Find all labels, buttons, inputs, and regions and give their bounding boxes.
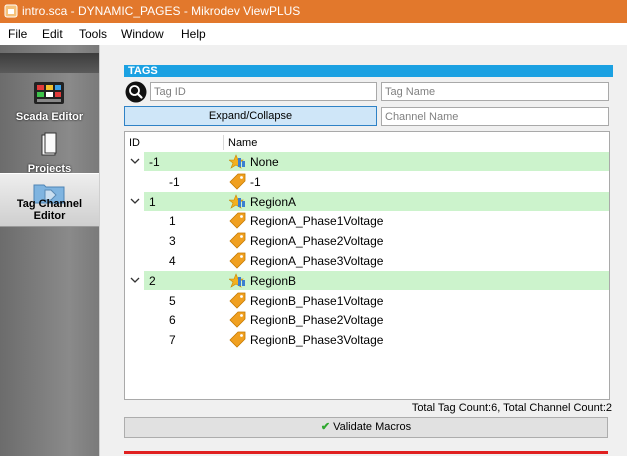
- tag-name-input[interactable]: [381, 82, 609, 101]
- tags-section-header: TAGS: [124, 65, 613, 77]
- sidebar-header-strip: [0, 53, 99, 73]
- row-name: None: [250, 155, 279, 169]
- row-id: -1: [169, 174, 180, 189]
- total-count-text: Total Tag Count:6, Total Channel Count:2: [411, 402, 612, 414]
- row-name: RegionB: [250, 273, 297, 288]
- row-background: [144, 152, 609, 171]
- row-name: RegionB_Phase1Voltage: [250, 293, 384, 308]
- validate-macros-label: Validate Macros: [333, 421, 412, 433]
- row-name: RegionA: [250, 194, 297, 209]
- row-background: [144, 191, 609, 211]
- row-background: [144, 172, 609, 191]
- tree-tag-row[interactable]: 7 RegionB_Phase3Voltage: [125, 330, 609, 349]
- menu-help[interactable]: Help: [181, 27, 206, 41]
- tree-tag-row[interactable]: -1 -1: [125, 172, 609, 191]
- sidebar: Scada Editor Projects Tag Channel Editor: [0, 45, 99, 456]
- checkmark-icon: ✔: [320, 421, 331, 433]
- row-id: 5: [169, 293, 176, 308]
- chevron-down-icon[interactable]: [130, 156, 140, 166]
- row-name: RegionA_Phase3Voltage: [250, 254, 384, 268]
- tree-tag-row[interactable]: 6 RegionB_Phase2Voltage: [125, 310, 609, 329]
- tag-icon: [229, 331, 246, 348]
- tree-group-row[interactable]: 1 RegionA: [125, 191, 609, 211]
- row-id: -1: [149, 155, 160, 169]
- sidebar-item-projects[interactable]: Projects: [0, 127, 99, 179]
- row-id: 3: [169, 234, 176, 249]
- tag-editor-panel: TAGS Expand/Collapse ID Name -1 None -1 -1 1…: [117, 45, 627, 456]
- sidebar-item-label: Scada Editor: [15, 111, 84, 123]
- app-icon: [4, 4, 18, 18]
- row-name: RegionA_Phase2Voltage: [250, 234, 384, 249]
- tag-icon: [229, 212, 246, 229]
- row-name: RegionB_Phase3Voltage: [250, 333, 384, 348]
- panel-splitter[interactable]: [99, 45, 118, 456]
- menu-edit[interactable]: Edit: [42, 27, 63, 41]
- row-id: 6: [169, 313, 176, 328]
- channel-name-input[interactable]: [381, 107, 609, 126]
- chevron-down-icon[interactable]: [130, 196, 140, 206]
- row-id: 1: [169, 214, 176, 229]
- window-title: intro.sca - DYNAMIC_PAGES - Mikrodev Vie…: [22, 4, 301, 18]
- expand-collapse-button[interactable]: Expand/Collapse: [124, 106, 377, 126]
- row-id: 7: [169, 333, 176, 348]
- title-bar: intro.sca - DYNAMIC_PAGES - Mikrodev Vie…: [0, 0, 627, 23]
- chevron-down-icon[interactable]: [130, 275, 140, 285]
- tag-group-icon: [229, 272, 245, 288]
- tag-icon: [229, 292, 246, 309]
- tag-id-input[interactable]: [150, 82, 377, 101]
- tree-tag-row[interactable]: 4 RegionA_Phase3Voltage: [125, 251, 609, 270]
- tree-group-row[interactable]: 2 RegionB: [125, 270, 609, 290]
- row-name: -1: [250, 174, 261, 189]
- column-header-name[interactable]: Name: [228, 137, 257, 149]
- error-strip: [124, 451, 608, 454]
- sidebar-item-label: Tag Channel Editor: [16, 198, 83, 222]
- tree-tag-row[interactable]: 3 RegionA_Phase2Voltage: [125, 231, 609, 250]
- menu-file[interactable]: File: [8, 27, 27, 41]
- tree-group-row[interactable]: -1 None: [125, 152, 609, 171]
- scada-editor-icon: [34, 82, 64, 104]
- tree-tag-row[interactable]: 5 RegionB_Phase1Voltage: [125, 291, 609, 310]
- menu-tools[interactable]: Tools: [79, 27, 107, 41]
- sidebar-item-scada-editor[interactable]: Scada Editor: [0, 75, 99, 127]
- validate-macros-button[interactable]: ✔ Validate Macros: [124, 417, 608, 438]
- projects-icon: [41, 132, 57, 156]
- tag-icon: [229, 252, 246, 269]
- row-id: 4: [169, 254, 176, 268]
- tag-icon: [229, 232, 246, 249]
- row-id: 2: [149, 273, 156, 288]
- row-background: [144, 270, 609, 290]
- row-name: RegionB_Phase2Voltage: [250, 313, 384, 328]
- sidebar-item-tag-channel-editor[interactable]: Tag Channel Editor: [0, 173, 99, 227]
- tree-tag-row[interactable]: 1 RegionA_Phase1Voltage: [125, 211, 609, 230]
- tag-icon: [229, 311, 246, 328]
- row-id: 1: [149, 194, 156, 209]
- tag-tree: ID Name -1 None -1 -1 1 RegionA 1 RegionA_Phase…: [124, 131, 610, 400]
- tag-icon: [229, 173, 246, 190]
- tag-group-icon: [229, 193, 245, 209]
- search-icon[interactable]: [125, 81, 147, 103]
- tag-group-icon: [229, 154, 245, 169]
- menu-bar: File Edit Tools Window Help: [0, 23, 627, 45]
- row-name: RegionA_Phase1Voltage: [250, 214, 384, 229]
- column-separator: [223, 135, 224, 150]
- menu-window[interactable]: Window: [121, 27, 164, 41]
- column-header-id[interactable]: ID: [129, 137, 140, 149]
